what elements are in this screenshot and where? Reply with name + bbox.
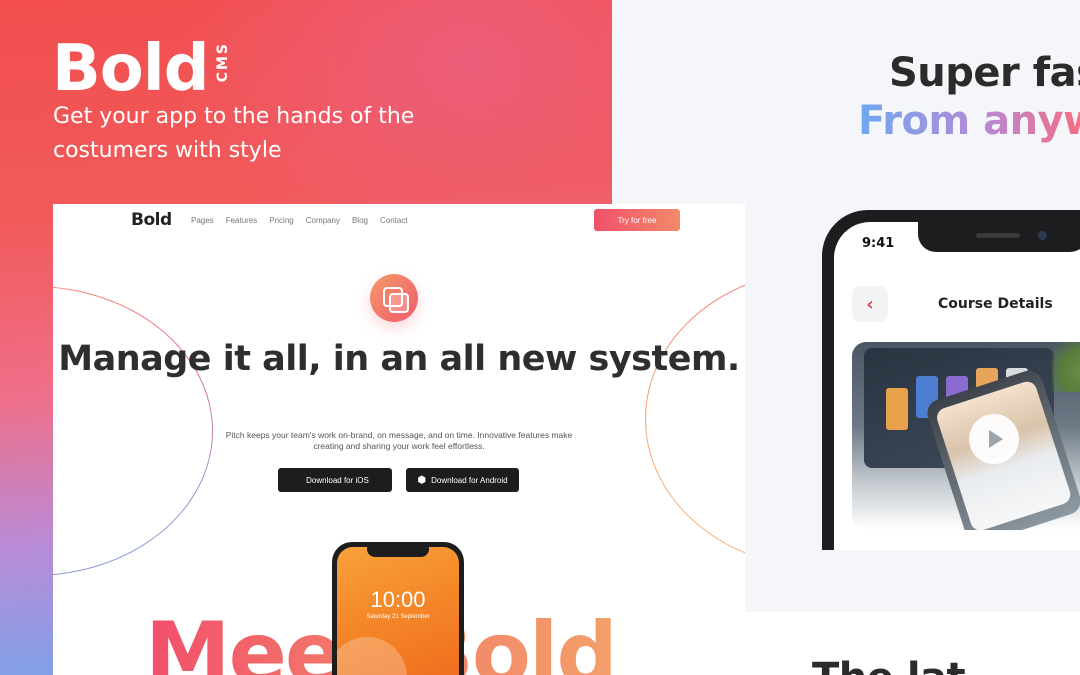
course-video-thumbnail[interactable] — [852, 342, 1080, 530]
status-time: 9:41 — [862, 236, 895, 251]
screen-title: Course Details — [938, 296, 1053, 312]
feature-subheadline: From anywa — [858, 98, 1080, 144]
site-nav: Pages Features Pricing Company Blog Cont… — [191, 216, 408, 225]
download-android-label: Download for Android — [431, 475, 508, 485]
phone-mockup-center: 10:00 Saturday 21 September — [332, 542, 464, 675]
website-mockup: Bold Pages Features Pricing Company Blog… — [53, 204, 745, 675]
nav-item-features[interactable]: Features — [226, 216, 258, 225]
phone-screen: 9:41 ‹ Course Details — [834, 222, 1080, 550]
layers-icon — [370, 274, 418, 322]
thumbnail-plant — [1052, 342, 1080, 392]
site-subtext: Pitch keeps your team's work on-brand, o… — [225, 430, 573, 451]
download-ios-label: Download for iOS — [306, 475, 369, 485]
lock-screen: 10:00 Saturday 21 September — [337, 547, 459, 675]
site-logo[interactable]: Bold — [131, 210, 172, 230]
nav-item-pages[interactable]: Pages — [191, 216, 214, 225]
phone-mockup-right: 9:41 ‹ Course Details — [822, 210, 1080, 550]
phone-notch — [918, 222, 1080, 252]
back-button[interactable]: ‹ — [852, 286, 888, 322]
download-ios-button[interactable]: Download for iOS — [278, 468, 392, 492]
site-headline: Manage it all, in an all new system. — [58, 339, 740, 379]
decorative-arc-left — [53, 286, 213, 576]
try-for-free-button[interactable]: Try for free — [594, 209, 680, 231]
chevron-left-icon: ‹ — [866, 293, 874, 315]
decorative-arc-right — [645, 269, 745, 569]
download-android-button[interactable]: ⬢ Download for Android — [406, 468, 519, 492]
lock-screen-time: 10:00 — [370, 587, 426, 612]
phone-notch — [367, 547, 429, 557]
play-icon — [989, 430, 1003, 448]
brand-logo: Bold CMS — [52, 32, 231, 106]
android-icon: ⬢ — [417, 474, 427, 486]
brand-cms-label: CMS — [214, 42, 231, 83]
nav-item-blog[interactable]: Blog — [352, 216, 368, 225]
nav-item-pricing[interactable]: Pricing — [269, 216, 293, 225]
section-heading-peek: The lat — [812, 655, 966, 675]
hero-tagline: Get your app to the hands of the costume… — [53, 104, 415, 163]
feature-headline: Super fast — [889, 50, 1080, 96]
lock-screen-date: Saturday 21 September — [366, 614, 430, 620]
nav-item-contact[interactable]: Contact — [380, 216, 408, 225]
play-button[interactable] — [969, 414, 1019, 464]
nav-item-company[interactable]: Company — [306, 216, 340, 225]
brand-wordmark: Bold — [52, 32, 209, 106]
